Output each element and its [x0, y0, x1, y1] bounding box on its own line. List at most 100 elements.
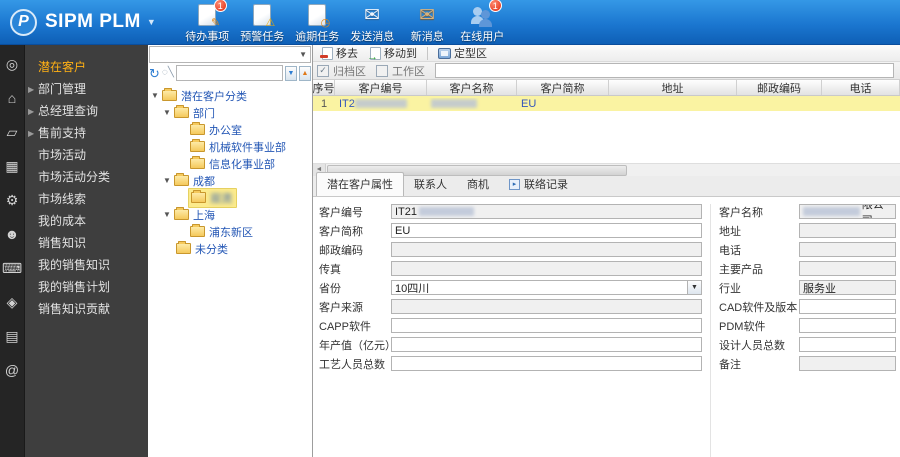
column-short-name[interactable]: 客户简称	[517, 80, 609, 95]
customer-source-field[interactable]	[391, 299, 702, 314]
filter-search-icon[interactable]: ◌╲	[162, 68, 174, 78]
move-to-button[interactable]: 移动到	[365, 46, 422, 63]
chevron-right-icon: ▶	[28, 85, 35, 94]
network-icon[interactable]: ◈	[0, 295, 24, 309]
quick-filter-input[interactable]	[435, 63, 894, 78]
search-next-button[interactable]: ▼	[285, 65, 297, 81]
tree-item-informatization-div[interactable]: 信息化事业部	[148, 155, 312, 172]
sidebar-item-my-sales-plan[interactable]: 我的销售计划	[25, 277, 148, 298]
work-area-checkbox[interactable]	[376, 64, 388, 77]
home-icon[interactable]: ⌂	[0, 91, 24, 105]
tree-item-machinery-software-div[interactable]: 机械软件事业部	[148, 138, 312, 155]
sidebar-item-department-mgmt[interactable]: ▶ 部门管理	[25, 79, 148, 100]
remove-button[interactable]: 移去	[317, 46, 363, 61]
search-prev-button[interactable]: ▲	[299, 65, 311, 81]
sidebar-item-my-cost[interactable]: 我的成本	[25, 211, 148, 232]
customer-no-field[interactable]: IT21	[391, 204, 702, 219]
gears-icon[interactable]: ⚙	[0, 193, 24, 207]
tab-contacts[interactable]: 联系人	[404, 173, 457, 196]
laptop-icon[interactable]: ⌨	[0, 261, 24, 275]
design-staff-total-field[interactable]	[799, 337, 896, 352]
chevron-down-icon[interactable]: ▼	[687, 281, 701, 294]
twisty-expanded-icon[interactable]: ▼	[162, 176, 172, 185]
tree-item-pudong[interactable]: 浦东新区	[148, 223, 312, 240]
archive-area-checkbox[interactable]: ✓	[317, 64, 329, 77]
folder-icon	[174, 207, 189, 220]
sidebar-item-market-leads[interactable]: 市场线索	[25, 189, 148, 210]
short-name-field[interactable]	[391, 223, 702, 238]
category-tree-panel: ▼ ↻ ◌╲ ▼ ▲ ▼ 潜在客户分类 ▼ 部门 办公室 机械软件事业部 信息化…	[148, 45, 313, 457]
column-customer-name[interactable]: 客户名称	[427, 80, 517, 95]
sidebar-item-sales-knowledge-contribution[interactable]: 销售知识贡献	[25, 299, 148, 320]
pdm-software-field[interactable]	[799, 318, 896, 333]
finalized-area-button[interactable]: 定型区	[433, 46, 492, 61]
building-icon[interactable]: ▦	[0, 159, 24, 173]
main-products-field[interactable]	[799, 261, 896, 276]
sidebar-item-sales-knowledge[interactable]: 销售知识	[25, 233, 148, 254]
area-filter-bar: ✓ 归档区 工作区	[313, 62, 900, 80]
redacted-text	[419, 207, 475, 216]
sidebar-item-market-activity-category[interactable]: 市场活动分类	[25, 167, 148, 188]
zip-code-field[interactable]	[391, 242, 702, 257]
column-seq[interactable]: 序号	[313, 80, 335, 95]
sidebar-item-gm-query[interactable]: ▶ 总经理查询	[25, 101, 148, 122]
warning-tasks-icon: ⚠	[253, 3, 275, 29]
detail-tabs: 潜在客户属性 联系人 商机 ▸ 联络记录	[313, 172, 900, 197]
customer-list-panel: 移去 移动到 定型区 ✓ 归档区 工作区 序号 客户编号 客户名称 客户简称 地	[313, 45, 900, 457]
tree-item-root[interactable]: ▼ 潜在客户分类	[148, 87, 312, 104]
column-phone[interactable]: 电话	[822, 80, 900, 95]
table-row-selected[interactable]: 1 IT2 EU	[313, 96, 900, 111]
tab-opportunities[interactable]: 商机	[457, 173, 499, 196]
refresh-icon[interactable]: ↻	[149, 67, 160, 80]
column-customer-no[interactable]: 客户编号	[335, 80, 427, 95]
sidebar-item-market-activity[interactable]: 市场活动	[25, 145, 148, 166]
crm-search-icon[interactable]: ◎	[0, 57, 24, 71]
tree-item-department[interactable]: ▼ 部门	[148, 104, 312, 121]
fax-field[interactable]	[391, 261, 702, 276]
chevron-down-icon: ▼	[146, 17, 156, 27]
industry-field[interactable]	[799, 280, 896, 295]
presentation-icon[interactable]: ▱	[0, 125, 24, 139]
folder-icon	[174, 173, 189, 186]
move-to-icon	[367, 46, 381, 63]
sidebar-item-presales-support[interactable]: ▶ 售前支持	[25, 123, 148, 144]
twisty-expanded-icon[interactable]: ▼	[150, 91, 160, 100]
send-message-button[interactable]: ✉ 发送消息	[345, 0, 400, 44]
tree-item-shuangliu-selected[interactable]: 双流	[148, 187, 312, 208]
calendar-icon[interactable]: ▤	[0, 329, 24, 343]
tree-item-chengdu[interactable]: ▼ 成都	[148, 172, 312, 189]
annual-output-field[interactable]	[391, 337, 702, 352]
tree-item-office[interactable]: 办公室	[148, 121, 312, 138]
record-list-icon: ▸	[509, 178, 520, 190]
cad-software-field[interactable]	[799, 299, 896, 314]
capp-software-field[interactable]	[391, 318, 702, 333]
process-staff-total-field[interactable]	[391, 356, 702, 371]
warning-tasks-button[interactable]: ⚠ 预警任务	[235, 0, 290, 44]
sidebar-item-my-sales-knowledge[interactable]: 我的销售知识	[25, 255, 148, 276]
tab-potential-customer-attrs[interactable]: 潜在客户属性	[316, 172, 404, 196]
twisty-expanded-icon[interactable]: ▼	[162, 210, 172, 219]
tree-item-shanghai[interactable]: ▼ 上海	[148, 206, 312, 223]
customer-name-field[interactable]: 限公司	[799, 204, 896, 219]
toolbar-separator	[427, 46, 428, 60]
tab-contact-records[interactable]: ▸ 联络记录	[499, 173, 578, 196]
province-combo[interactable]: 10四川 ▼	[391, 280, 702, 295]
sidebar-item-potential-customers[interactable]: 潜在客户	[25, 57, 148, 78]
app-header: P SIPM PLM ▼ 1 ✎ 待办事项 ⚠ 预警任务 ◷ 逾期任务 ✉ 发送…	[0, 0, 900, 45]
column-zip[interactable]: 邮政编码	[737, 80, 822, 95]
headset-icon[interactable]: @	[0, 363, 24, 377]
support-agent-icon[interactable]: ☻	[0, 227, 24, 241]
tree-view-select[interactable]: ▼	[149, 46, 311, 63]
column-address[interactable]: 地址	[609, 80, 737, 95]
online-users-button[interactable]: 1 在线用户	[455, 0, 510, 44]
twisty-expanded-icon[interactable]: ▼	[162, 108, 172, 117]
overdue-tasks-button[interactable]: ◷ 逾期任务	[290, 0, 345, 44]
tree-search-input[interactable]	[175, 65, 283, 81]
address-field[interactable]	[799, 223, 896, 238]
new-message-button[interactable]: ✉ 新消息	[400, 0, 455, 44]
remark-field[interactable]	[799, 356, 896, 371]
todo-tasks-button[interactable]: 1 ✎ 待办事项	[180, 0, 235, 44]
tree-item-uncategorized[interactable]: 未分类	[148, 240, 312, 257]
phone-field[interactable]	[799, 242, 896, 257]
app-logo[interactable]: P SIPM PLM ▼	[0, 8, 170, 36]
